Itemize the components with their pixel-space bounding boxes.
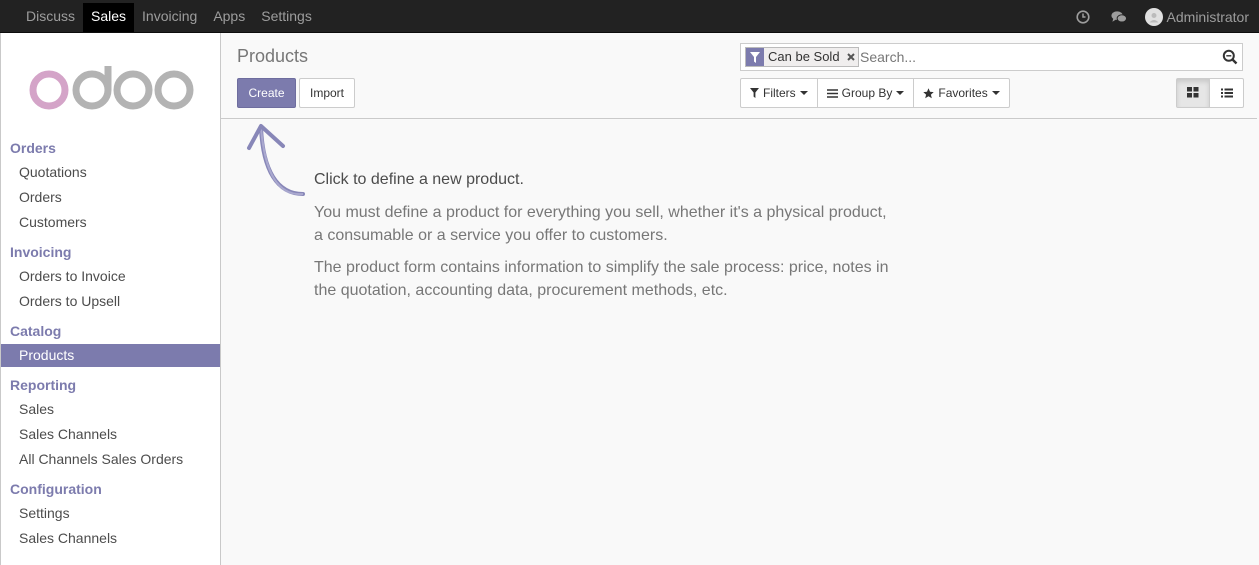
- caret-down-icon: [991, 91, 1000, 95]
- search-icon[interactable]: [1222, 49, 1238, 65]
- facet-label: Can be Sold: [768, 49, 840, 64]
- section-reporting: Reporting: [10, 377, 77, 393]
- search-facet[interactable]: Can be Sold: [745, 47, 859, 67]
- sidebar-item-orders[interactable]: Orders: [1, 186, 220, 209]
- help-title: Click to define a new product.: [314, 171, 524, 188]
- app-menu: Discuss Sales Invoicing Apps Settings: [18, 0, 320, 33]
- sidebar-item-all-channels-sales-orders[interactable]: All Channels Sales Orders: [1, 448, 220, 471]
- search-input[interactable]: [860, 47, 1220, 67]
- filters-dropdown[interactable]: Filters: [741, 79, 818, 107]
- sidebar-item-customers[interactable]: Customers: [1, 211, 220, 234]
- bars-icon: [826, 88, 838, 98]
- sidebar-item-sales-channels[interactable]: Sales Channels: [1, 423, 220, 446]
- kanban-icon: [1187, 85, 1199, 101]
- menu-sales[interactable]: Sales: [83, 3, 135, 32]
- create-button[interactable]: Create: [237, 78, 296, 108]
- sidebar-item-products[interactable]: Products: [1, 344, 220, 367]
- filter-icon: [750, 88, 759, 98]
- caret-down-icon: [896, 91, 905, 95]
- list-view-button[interactable]: [1210, 79, 1243, 107]
- user-name[interactable]: Administrator: [1167, 9, 1249, 25]
- import-button[interactable]: Import: [299, 78, 355, 108]
- systray: Administrator: [1055, 0, 1249, 33]
- clock-icon[interactable]: [1075, 9, 1091, 25]
- chat-icon[interactable]: [1111, 9, 1127, 25]
- view-switcher: [1176, 78, 1244, 108]
- sidebar-item-settings[interactable]: Settings: [1, 502, 220, 525]
- help-paragraph-1: You must define a product for everything…: [314, 201, 914, 247]
- help-line: The product form contains information to…: [314, 259, 889, 276]
- help-paragraph-2: The product form contains information to…: [314, 256, 914, 302]
- menu-settings[interactable]: Settings: [253, 3, 320, 32]
- section-configuration: Configuration: [10, 481, 102, 497]
- control-panel: Products Create Import Can be Sold Filte…: [221, 33, 1257, 119]
- close-icon[interactable]: [844, 48, 858, 66]
- groupby-dropdown[interactable]: Group By: [818, 79, 915, 107]
- avatar[interactable]: [1144, 7, 1163, 26]
- filter-icon: [746, 48, 764, 66]
- top-navbar: Discuss Sales Invoicing Apps Settings Ad…: [0, 0, 1259, 33]
- menu-invoicing[interactable]: Invoicing: [134, 3, 205, 32]
- page-title: Products: [237, 46, 309, 66]
- favorites-label: Favorites: [938, 86, 988, 100]
- sidebar-item-orders-to-invoice[interactable]: Orders to Invoice: [1, 265, 220, 288]
- menu-discuss[interactable]: Discuss: [18, 3, 83, 32]
- favorites-dropdown[interactable]: Favorites: [914, 79, 1008, 107]
- sidebar-item-config-sales-channels[interactable]: Sales Channels: [1, 527, 220, 550]
- sidebar-item-sales[interactable]: Sales: [1, 398, 220, 421]
- help-line: You must define a product for everything…: [314, 204, 887, 221]
- sidebar-item-quotations[interactable]: Quotations: [1, 161, 220, 184]
- caret-down-icon: [799, 91, 808, 95]
- search-bar: Can be Sold: [740, 43, 1243, 71]
- search-options: Filters Group By Favorites: [740, 78, 1010, 108]
- arrow-icon: [247, 124, 305, 196]
- help-line: a consumable or a service you offer to c…: [314, 227, 668, 244]
- odoo-logo: [29, 66, 194, 110]
- section-invoicing: Invoicing: [10, 244, 72, 260]
- filters-label: Filters: [763, 86, 796, 100]
- section-catalog: Catalog: [10, 323, 62, 339]
- sidebar-item-orders-to-upsell[interactable]: Orders to Upsell: [1, 290, 220, 313]
- star-icon: [923, 87, 935, 99]
- groupby-label: Group By: [841, 86, 893, 100]
- help-line: the quotation, accounting data, procurem…: [314, 282, 728, 299]
- list-icon: [1220, 85, 1233, 101]
- kanban-view-button[interactable]: [1177, 79, 1210, 107]
- sidebar: Orders Quotations Orders Customers Invoi…: [0, 33, 221, 565]
- menu-apps[interactable]: Apps: [205, 3, 253, 32]
- section-orders: Orders: [10, 140, 56, 156]
